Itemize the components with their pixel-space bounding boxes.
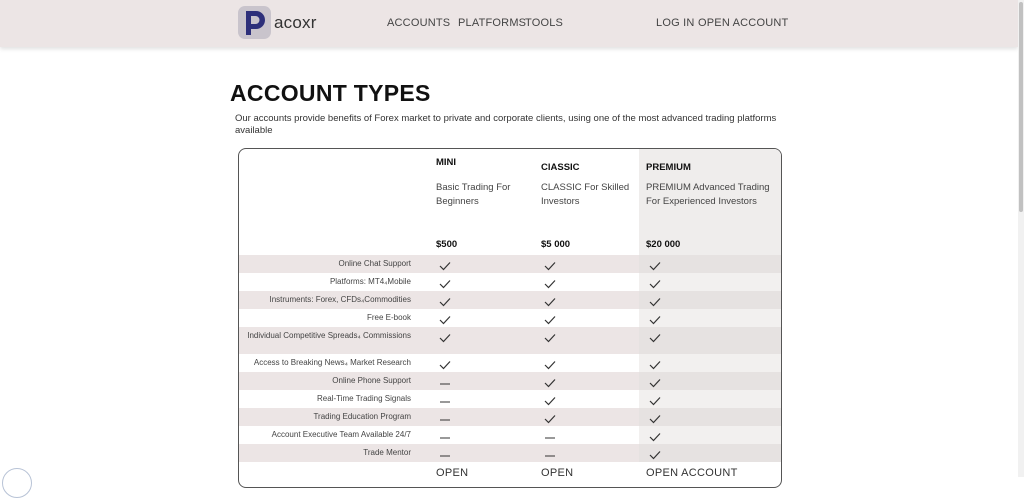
- check-icon: [544, 312, 558, 325]
- check-icon: [544, 294, 558, 307]
- check-icon: [544, 375, 558, 388]
- check-icon: [649, 276, 663, 289]
- feature-row: Platforms: MT4⁠₄Mobile: [239, 273, 781, 291]
- check-icon: [649, 393, 663, 406]
- feature-label: Online Phone Support: [332, 376, 411, 385]
- check-icon: [544, 276, 558, 289]
- nav-tools[interactable]: TOOLS: [525, 17, 563, 29]
- check-icon: [439, 294, 453, 307]
- nav-accounts[interactable]: ACCOUNTS: [387, 17, 450, 29]
- feature-row: Access to Breaking News⁠₄ Market Researc…: [239, 354, 781, 372]
- check-icon: [544, 393, 558, 406]
- feature-label: Trading Education Program: [313, 412, 411, 421]
- feature-row: Trading Education Program: [239, 408, 781, 426]
- dash-icon: [439, 411, 453, 421]
- feature-row: Real-Time Trading Signals: [239, 390, 781, 408]
- check-icon: [439, 312, 453, 325]
- feature-label: Account Executive Team Available 24/7: [271, 430, 411, 439]
- feature-row: Online Phone Support: [239, 372, 781, 390]
- feature-label: Trade Mentor: [363, 448, 411, 457]
- nav-platforms[interactable]: PLATFORMS: [458, 17, 526, 29]
- plan-name: MINI: [436, 157, 457, 168]
- plan-price: $20 000: [646, 239, 681, 250]
- open-classic-button[interactable]: OPEN: [541, 467, 573, 479]
- dash-icon: [544, 429, 558, 439]
- feature-row: Instruments: Forex, CFDs⁠₄Commodities: [239, 291, 781, 309]
- feature-row: Individual Competitive Spreads⁠₄ Commiss…: [239, 327, 781, 354]
- feature-row: Trade Mentor: [239, 444, 781, 462]
- check-icon: [439, 258, 453, 271]
- check-icon: [649, 294, 663, 307]
- feature-label: Access to Breaking News⁠₄ Market Researc…: [253, 358, 411, 367]
- feature-label: Platforms: MT4⁠₄Mobile: [329, 277, 411, 286]
- open-mini-button[interactable]: OPEN: [436, 467, 468, 479]
- page-scrollbar[interactable]: [1018, 0, 1024, 477]
- help-widget-button[interactable]: [2, 468, 32, 498]
- check-icon: [544, 411, 558, 424]
- check-icon: [649, 330, 663, 343]
- check-icon: [439, 330, 453, 343]
- feature-row: Free E-book: [239, 309, 781, 327]
- feature-label: Real-Time Trading Signals: [317, 394, 411, 403]
- dash-icon: [439, 375, 453, 385]
- p-logo-icon: [238, 6, 271, 39]
- dash-icon: [439, 447, 453, 457]
- logo-text: acoxr: [274, 12, 317, 32]
- page-intro: Our accounts provide benefits of Forex m…: [235, 113, 777, 136]
- check-icon: [439, 357, 453, 370]
- plan-name: ClASSIC: [541, 162, 580, 173]
- check-icon: [649, 357, 663, 370]
- account-types-table: MINI Basic Trading For Beginners $500 Cl…: [238, 148, 782, 488]
- plan-name: PREMIUM: [646, 162, 691, 173]
- plan-description: PREMIUM Advanced Trading For Experienced…: [646, 182, 770, 207]
- check-icon: [649, 447, 663, 460]
- dash-icon: [544, 447, 558, 457]
- plan-description: CLASSIC For Skilled Investors: [541, 182, 630, 207]
- check-icon: [544, 330, 558, 343]
- plan-price: $5 000: [541, 239, 571, 250]
- check-icon: [544, 258, 558, 271]
- scrollbar-thumb[interactable]: [1019, 2, 1023, 212]
- feature-label: Free E-book: [366, 313, 411, 322]
- nav-login[interactable]: LOG IN: [656, 17, 695, 29]
- plan-description: Basic Trading For Beginners: [436, 182, 511, 207]
- check-icon: [649, 375, 663, 388]
- feature-label: Online Chat Support: [338, 259, 412, 268]
- check-icon: [439, 276, 453, 289]
- dash-icon: [439, 429, 453, 439]
- check-icon: [649, 429, 663, 442]
- check-icon: [649, 312, 663, 325]
- feature-label: Individual Competitive Spreads⁠₄ Commiss…: [247, 331, 411, 340]
- page-title: ACCOUNT TYPES: [230, 80, 431, 106]
- check-icon: [649, 411, 663, 424]
- plan-price: $500: [436, 239, 458, 250]
- site-logo[interactable]: acoxr: [238, 6, 317, 39]
- feature-row: Online Chat Support: [239, 255, 781, 273]
- feature-label: Instruments: Forex, CFDs⁠₄Commodities: [269, 295, 411, 304]
- open-premium-button[interactable]: OPEN ACCOUNT: [646, 467, 738, 479]
- check-icon: [649, 258, 663, 271]
- feature-row: Account Executive Team Available 24/7: [239, 426, 781, 444]
- site-header: acoxr ACCOUNTS PLATFORMS TOOLS LOG IN OP…: [0, 0, 1018, 47]
- dash-icon: [439, 393, 453, 403]
- nav-open-account[interactable]: OPEN ACCOUNT: [698, 17, 788, 29]
- check-icon: [544, 357, 558, 370]
